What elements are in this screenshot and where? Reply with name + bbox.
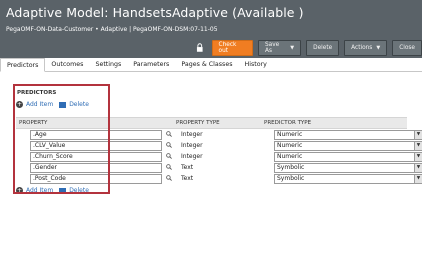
property-type: Text: [181, 164, 194, 171]
delete-button[interactable]: Delete: [306, 39, 340, 56]
highlight-box: [13, 84, 110, 194]
chevron-down-icon[interactable]: ▼: [414, 153, 422, 161]
page-subtitle: PegaOMF-ON-Data-Customer • Adaptive | Pe…: [6, 26, 218, 33]
search-icon[interactable]: [166, 131, 172, 137]
toolbar: Check out Save As ▼ Delete Actions ▼ Close: [196, 39, 422, 56]
predictor-type-select[interactable]: Symbolic ▼: [274, 163, 422, 173]
chevron-down-icon[interactable]: ▼: [414, 164, 422, 172]
property-type: Text: [181, 175, 194, 182]
chevron-down-icon[interactable]: ▼: [414, 142, 422, 150]
tab-parameters[interactable]: Parameters: [127, 58, 175, 70]
search-icon[interactable]: [166, 164, 172, 170]
property-type: Integer: [181, 142, 203, 149]
tab-predictors[interactable]: Predictors: [0, 58, 46, 72]
check-out-button[interactable]: Check out: [211, 39, 253, 56]
predictor-type-select[interactable]: Numeric ▼: [274, 130, 422, 140]
tab-outcomes[interactable]: Outcomes: [45, 58, 89, 70]
chevron-down-icon: ▼: [376, 44, 381, 51]
chevron-down-icon: ▼: [290, 44, 295, 51]
column-header-property-type: PROPERTY TYPE: [176, 120, 220, 126]
save-as-button[interactable]: Save As ▼: [258, 39, 302, 56]
predictor-type-select[interactable]: Symbolic ▼: [274, 174, 422, 184]
page-title: Adaptive Model: HandsetsAdaptive (Availa…: [6, 5, 304, 20]
tab-bar: Predictors Outcomes Settings Parameters …: [0, 58, 422, 72]
search-icon[interactable]: [166, 175, 172, 181]
property-type: Integer: [181, 153, 203, 160]
tab-pages-classes[interactable]: Pages & Classes: [175, 58, 238, 70]
predictor-type-select[interactable]: Numeric ▼: [274, 141, 422, 151]
lock-icon: [196, 42, 203, 52]
search-icon[interactable]: [166, 142, 172, 148]
predictor-type-select[interactable]: Numeric ▼: [274, 152, 422, 162]
property-type: Integer: [181, 131, 203, 138]
search-icon[interactable]: [166, 153, 172, 159]
column-header-predictor-type: PREDICTOR TYPE: [264, 120, 312, 126]
chevron-down-icon[interactable]: ▼: [414, 175, 422, 183]
actions-button[interactable]: Actions ▼: [344, 39, 388, 56]
app-header: Adaptive Model: HandsetsAdaptive (Availa…: [0, 0, 422, 58]
chevron-down-icon[interactable]: ▼: [414, 131, 422, 139]
close-button[interactable]: Close: [392, 39, 422, 56]
tab-history[interactable]: History: [239, 58, 273, 70]
tab-settings[interactable]: Settings: [89, 58, 127, 70]
